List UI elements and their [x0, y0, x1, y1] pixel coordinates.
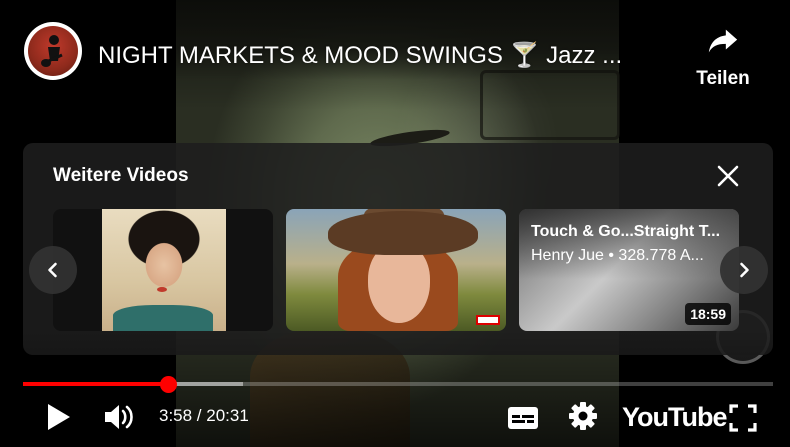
thumbnail-shade — [519, 209, 739, 279]
close-more-videos-button[interactable] — [713, 161, 743, 191]
subtitles-icon — [508, 407, 538, 429]
thumbnail-photo-detail — [328, 211, 478, 255]
thumbnail-artwork-detail — [113, 305, 213, 331]
video-title[interactable]: NIGHT MARKETS & MOOD SWINGS 🍸 Jazz ... — [98, 41, 622, 70]
progress-played — [23, 382, 168, 386]
chevron-left-icon — [48, 262, 57, 278]
channel-avatar[interactable] — [24, 22, 82, 80]
share-icon — [708, 29, 738, 53]
musician-icon — [41, 35, 63, 67]
thumbnail-artwork-detail — [157, 287, 167, 292]
suggested-video-title: Touch & Go...Straight T... — [531, 223, 721, 240]
fullscreen-icon — [729, 404, 757, 432]
suggested-video-thumbnail[interactable]: Touch & Go...Straight T... Henry Jue • 3… — [519, 209, 739, 331]
fullscreen-button[interactable] — [726, 401, 760, 435]
time-display: 3:58 / 20:31 — [159, 406, 249, 425]
thumbnail-badge — [476, 315, 500, 325]
more-videos-heading: Weitere Videos — [53, 165, 189, 186]
next-videos-button[interactable] — [720, 246, 768, 294]
progress-bar[interactable] — [23, 376, 773, 393]
channel-avatar-image — [28, 26, 78, 76]
suggested-video-thumbnail[interactable] — [53, 209, 273, 331]
mute-button[interactable] — [102, 399, 138, 435]
subtitles-button[interactable] — [506, 401, 540, 435]
volume-icon — [105, 405, 133, 429]
suggested-video-meta: Henry Jue • 328.778 A... — [531, 247, 704, 264]
previous-videos-button[interactable] — [29, 246, 77, 294]
play-button[interactable] — [42, 400, 76, 434]
more-videos-panel: Weitere Videos Touch & Go...Straight T..… — [23, 143, 773, 355]
video-duration-badge: 18:59 — [685, 303, 731, 325]
share-label: Teilen — [696, 68, 750, 89]
gear-icon — [569, 402, 597, 430]
progress-scrubber[interactable] — [159, 376, 177, 393]
suggested-video-thumbnail[interactable] — [286, 209, 506, 331]
chevron-right-icon — [740, 262, 749, 278]
thumbnail-photo-detail — [368, 243, 430, 323]
play-icon — [48, 404, 70, 430]
close-icon — [717, 165, 739, 187]
settings-button[interactable] — [566, 399, 600, 433]
share-button[interactable]: Teilen — [690, 24, 756, 92]
youtube-logo[interactable]: YouTube — [622, 400, 727, 434]
